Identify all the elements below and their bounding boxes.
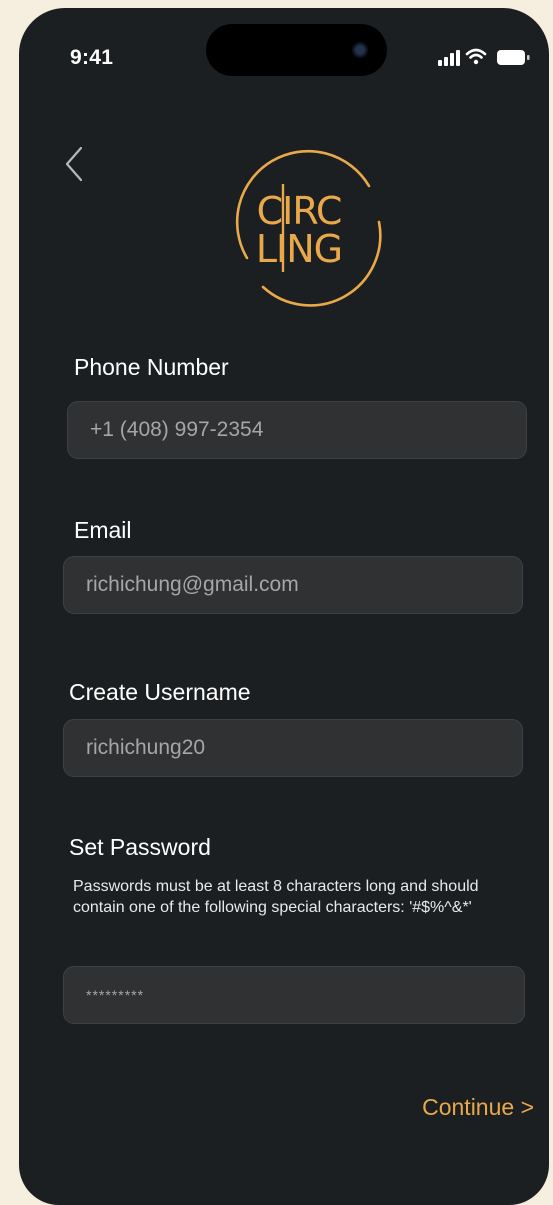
- wifi-icon: [465, 48, 487, 65]
- dynamic-island: [206, 24, 387, 76]
- username-label: Create Username: [69, 679, 251, 705]
- circling-logo: CIRC LING: [235, 149, 382, 307]
- phone-label: Phone Number: [74, 354, 229, 380]
- battery-icon: [497, 50, 530, 65]
- password-label: Set Password: [69, 834, 211, 860]
- camera-icon: [352, 42, 368, 58]
- logo-line2: LING: [256, 227, 342, 271]
- signal-icon: [438, 50, 460, 66]
- status-time: 9:41: [70, 46, 114, 69]
- username-input[interactable]: [63, 719, 523, 777]
- phone-screen: 9:41 CIRC LING Phone Number Email: [19, 8, 549, 1205]
- status-icons: [438, 48, 530, 66]
- email-label: Email: [74, 517, 132, 543]
- phone-input[interactable]: [67, 401, 527, 459]
- continue-button[interactable]: Continue >: [422, 1094, 534, 1121]
- back-chevron-icon[interactable]: [59, 142, 89, 186]
- email-input[interactable]: [63, 556, 523, 614]
- password-input[interactable]: [63, 966, 525, 1024]
- password-helper-text: Passwords must be at least 8 characters …: [73, 878, 479, 916]
